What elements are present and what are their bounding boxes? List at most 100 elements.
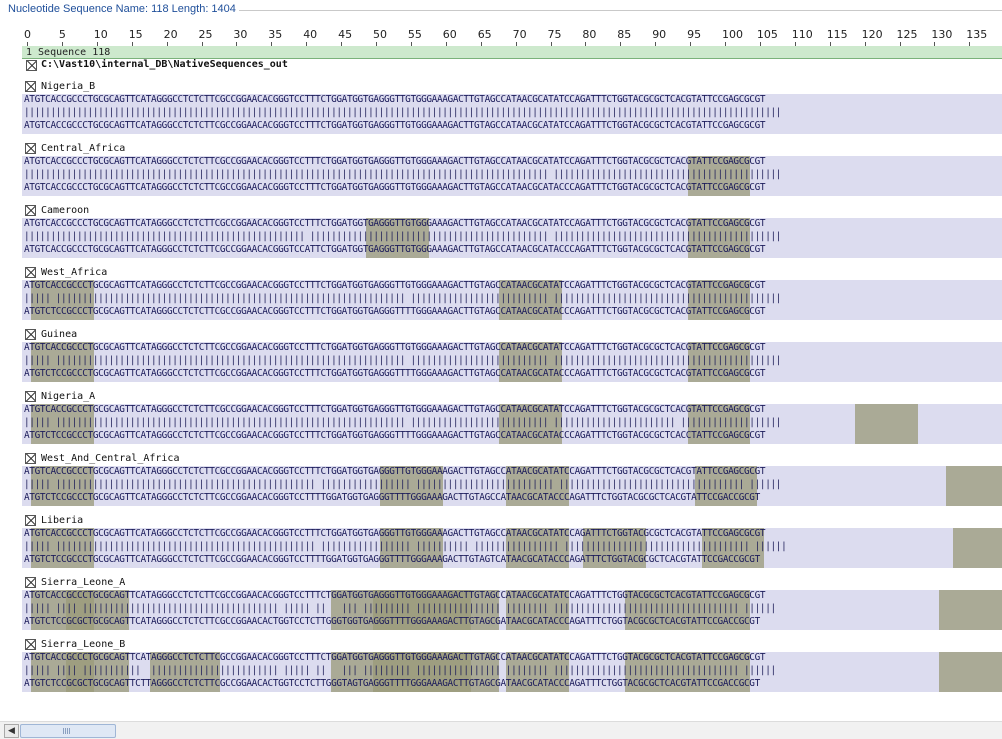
close-icon[interactable]: [25, 639, 36, 650]
alignment-block: West_And_Central_Africa ATGTCACCGCCCTGCGC…: [22, 452, 1002, 512]
ruler-label: 5: [58, 28, 66, 41]
alignment-name: Central_Africa: [41, 143, 126, 154]
ruler-label: 0: [24, 28, 31, 41]
alignment-bottom-sequence: ATGTCTCCGCCCTGCGCAGTTCATAGGGCCTCTCTTCGCC…: [24, 492, 760, 503]
ruler-label: 105: [756, 28, 778, 41]
alignment-block: Central_Africa ATGTCACCGCCCTGCGCAGTTCATAG…: [22, 142, 1002, 202]
alignment-match-line: ||||| ||||||||||||||||||||||||||||||||||…: [24, 417, 782, 428]
ruler-label: 10: [93, 28, 108, 41]
close-icon[interactable]: [25, 81, 36, 92]
alignment-block: Liberia ATGTCACCGCCCTGCGCAGTTCATAGGGCCTCT…: [22, 514, 1002, 574]
alignment-top-sequence: ATGTCACCGCCCTGCGCAGTTCATAGGGCCTCTCTTCGCC…: [24, 342, 766, 353]
alignment-name: Nigeria_B: [41, 81, 96, 92]
mismatch-highlight: [946, 466, 1002, 506]
alignment-match-line: ||||| |||| |||||||||||||||||||||||||||||…: [24, 603, 776, 614]
ruler-label: 95: [687, 28, 702, 41]
alignment-top-sequence: ATGTCACCGCCCTGCGCAGTTCATAGGGCCTCTCTTCGCC…: [24, 94, 766, 105]
ruler-label: 70: [512, 28, 527, 41]
alignment-rows: ATGTCACCGCCCTGCGCAGTTCATAGGGCCTCTCTTCGCC…: [22, 218, 1002, 258]
alignment-match-line: ||||| |||| ||||||||||| |||||||||||||||||…: [24, 665, 776, 676]
ruler-label: 100: [722, 28, 743, 41]
close-icon[interactable]: [25, 453, 36, 464]
alignment-bottom-sequence: ATGTCTCCGCCCTGCGCAGTTCATAGGGCCTCTCTTCGCC…: [24, 306, 766, 317]
ruler-label: 55: [407, 28, 422, 41]
alignment-rows: ATGTCACCGCCCTGCGCAGTTCATAGGGCCTCTCTTCGCC…: [22, 280, 1002, 320]
alignment-match-line: ||||||||||||||||||||||||||||||||||||||||…: [24, 107, 782, 118]
alignment-bottom-sequence: ATGTCTCCGCGCTGCGCAGTTCTTAGGGCCTCTCTTCGCC…: [24, 678, 760, 689]
alignment-rows: ATGTCACCGCCCTGCGCAGTTCATAGGGCCTCTCTTCGCC…: [22, 590, 1002, 630]
ruler-label: 120: [861, 28, 883, 41]
alignment-match-line: ||||| ||||||||||||||||||||||||||||||||||…: [24, 541, 787, 552]
alignment-name: Sierra_Leone_B: [41, 639, 126, 650]
alignment-rows: ATGTCACCGCCCTGCGCAGTTCATAGGGCCTCTCTTCGCC…: [22, 528, 1002, 568]
close-icon[interactable]: [25, 329, 36, 340]
ruler-label: 110: [791, 28, 813, 41]
alignment-top-sequence: ATGTCACCGCCCTGCGCAGTTCATAGGGCCTCTCTTCGCC…: [24, 404, 766, 415]
alignment-top-sequence: ATGTCACCGCCCTGCGCAGTTCATAGGGCCTCTCTTCGCC…: [24, 280, 766, 291]
ruler-label: 115: [826, 28, 848, 41]
alignment-match-line: ||||| ||||||||||||||||||||||||||||||||||…: [24, 293, 782, 304]
alignment-name: Nigeria_A: [41, 391, 96, 402]
alignment-match-line: ||||||||||||||||||||||||||||||||||||||||…: [24, 231, 782, 242]
ruler-label: 65: [477, 28, 492, 41]
alignment-name: West_And_Central_Africa: [41, 453, 180, 464]
alignment-block: Guinea ATGTCACCGCCCTGCGCAGTTCATAGGGCCTCTC…: [22, 328, 1002, 388]
ruler-label: 40: [303, 28, 318, 41]
close-icon[interactable]: [26, 60, 37, 71]
alignment-rows: ATGTCACCGCCCTGCGCAGTTCATAGGGCCTCTCTTCGCC…: [22, 94, 1002, 134]
alignment-top-sequence: ATGTCACCGCCCTGCGCAGTTCATAGGGCCTCTCTTCGCC…: [24, 466, 766, 477]
source-path: C:\Vast10\internal_DB\NativeSequences_ou…: [41, 59, 288, 70]
alignment-top-sequence: ATGTCACCGCCCTGCGCAGTTCATAGGGCCTCTCTTCGCC…: [24, 652, 766, 663]
alignment-bottom-sequence: ATGTCACCGCCCTGCGCAGTTCATAGGGCCTCTCTTCGCC…: [24, 244, 766, 255]
ruler-label: 50: [373, 28, 387, 41]
alignment-top-sequence: ATGTCACCGCCCTGCGCAGTTCATAGGGCCTCTCTTCGCC…: [24, 156, 766, 167]
alignment-bottom-sequence: ATGTCTCCGCCCTGCGCAGTTCATAGGGCCTCTCTTCGCC…: [24, 368, 766, 379]
alignment-bottom-sequence: ATGTCTCCGCCCTGCGCAGTTCATAGGGCCTCTCTTCGCC…: [24, 430, 766, 441]
alignment-top-sequence: ATGTCACCGCCCTGCGCAGTTCATAGGGCCTCTCTTCGCC…: [24, 590, 766, 601]
ruler-label: 80: [582, 28, 597, 41]
alignment-bottom-sequence: ATGTCACCGCCCTGCGCAGTTCATAGGGCCTCTCTTCGCC…: [24, 182, 766, 193]
ruler-label: 20: [163, 28, 178, 41]
alignment-bottom-sequence: ATGTCTCCGCGCTGCGCAGTTCATAGGGCCTCTCTTCGCC…: [24, 616, 760, 627]
alignment-name: Sierra_Leone_A: [41, 577, 126, 588]
ruler-label: 25: [198, 28, 213, 41]
ruler-label: 15: [128, 28, 143, 41]
alignment-top-sequence: ATGTCACCGCCCTGCGCAGTTCATAGGGCCTCTCTTCGCC…: [24, 218, 766, 229]
alignment-block: Sierra_Leone_B ATGTCACCGCCCTGCGCAGTTCATAG…: [22, 638, 1002, 698]
alignment-rows: ATGTCACCGCCCTGCGCAGTTCATAGGGCCTCTCTTCGCC…: [22, 652, 1002, 692]
alignment-block: West_Africa ATGTCACCGCCCTGCGCAGTTCATAGGGC…: [22, 266, 1002, 326]
mismatch-highlight: [939, 652, 1002, 692]
close-icon[interactable]: [25, 577, 36, 588]
ruler-label: 85: [617, 28, 632, 41]
close-icon[interactable]: [25, 205, 36, 216]
close-icon[interactable]: [25, 267, 36, 278]
alignment-block: Sierra_Leone_A ATGTCACCGCCCTGCGCAGTTCATAG…: [22, 576, 1002, 636]
alignment-name: Cameroon: [41, 205, 90, 216]
ruler-label: 125: [896, 28, 918, 41]
mismatch-highlight: [953, 528, 1002, 568]
horizontal-scrollbar[interactable]: ◀: [0, 721, 1002, 739]
close-icon[interactable]: [25, 391, 36, 402]
scroll-thumb[interactable]: [20, 724, 116, 738]
ruler-label: 90: [652, 28, 667, 41]
alignment-rows: ATGTCACCGCCCTGCGCAGTTCATAGGGCCTCTCTTCGCC…: [22, 404, 1002, 444]
alignment-block: Nigeria_A ATGTCACCGCCCTGCGCAGTTCATAGGGCCT…: [22, 390, 1002, 450]
close-icon[interactable]: [25, 515, 36, 526]
alignment-bottom-sequence: ATGTCACCGCCCTGCGCAGTTCATAGGGCCTCTCTTCGCC…: [24, 120, 766, 131]
mismatch-highlight: [939, 590, 1002, 630]
alignment-rows: ATGTCACCGCCCTGCGCAGTTCATAGGGCCTCTCTTCGCC…: [22, 342, 1002, 382]
ruler-label: 135: [966, 28, 988, 41]
alignment-block: Cameroon ATGTCACCGCCCTGCGCAGTTCATAGGGCCTC…: [22, 204, 1002, 264]
ruler-label: 75: [547, 28, 562, 41]
ruler-label: 35: [268, 28, 283, 41]
ruler-label: 130: [931, 28, 953, 41]
close-icon[interactable]: [25, 143, 36, 154]
sequence-bar[interactable]: 1 Sequence 118: [22, 46, 1002, 59]
ruler-label: 45: [338, 28, 353, 41]
alignment-bottom-sequence: ATGTCTCCGCCCTGCGCAGTTCATAGGGCCTCTCTTCGCC…: [24, 554, 760, 565]
alignment-block: Nigeria_B ATGTCACCGCCCTGCGCAGTTCATAGGGCCT…: [22, 80, 1002, 140]
scroll-left-arrow-icon[interactable]: ◀: [4, 724, 19, 738]
group-title: Nucleotide Sequence Name: 118 Length: 14…: [0, 3, 239, 15]
alignment-name: Guinea: [41, 329, 78, 340]
ruler-label: 30: [233, 28, 248, 41]
